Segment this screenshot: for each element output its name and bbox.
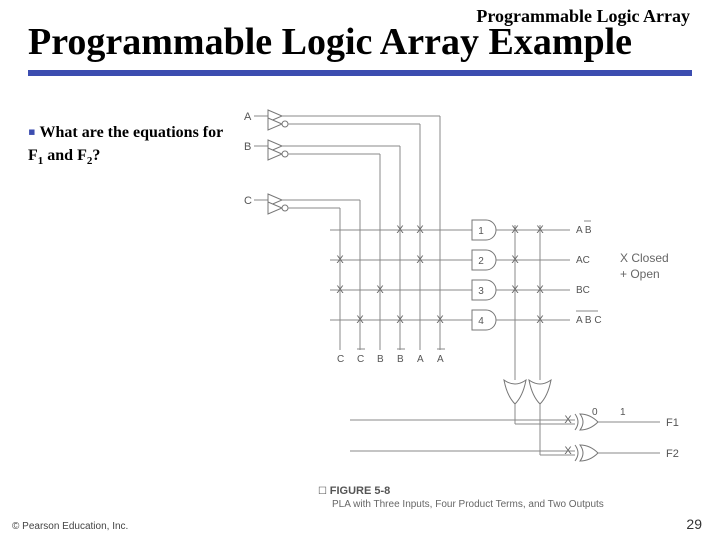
product-term-4: A B C xyxy=(576,315,602,326)
svg-text:X: X xyxy=(336,254,344,266)
legend-open: + Open xyxy=(620,267,660,281)
svg-text:X: X xyxy=(416,254,424,266)
vlabel-5: A xyxy=(437,354,444,365)
and-row-1: X X 1 A B xyxy=(330,220,592,240)
bullet-marker-icon: ▪ xyxy=(28,119,36,144)
and-row-2: X X 2 AC xyxy=(330,250,590,270)
svg-text:X: X xyxy=(336,284,344,296)
vlabel-4: A xyxy=(417,354,424,365)
and-label-3: 3 xyxy=(478,286,484,297)
and-row-4: X X X 4 A B C xyxy=(330,310,602,330)
svg-text:X: X xyxy=(356,314,364,326)
or-gate-1 xyxy=(504,380,526,424)
and-label-1: 1 xyxy=(478,226,484,237)
legend-closed: X Closed xyxy=(620,251,669,265)
and-label-4: 4 xyxy=(478,316,484,327)
page-title: Programmable Logic Array Example xyxy=(28,20,632,64)
input-label-c: C xyxy=(244,195,252,207)
svg-text:X: X xyxy=(436,314,444,326)
page-number: 29 xyxy=(686,516,702,532)
xor-output-2: X F2 xyxy=(350,445,679,461)
svg-text:X: X xyxy=(564,414,572,426)
input-label-a: A xyxy=(244,111,252,123)
product-term-2: AC xyxy=(576,255,590,266)
svg-text:X: X xyxy=(396,224,404,236)
product-term-3: BC xyxy=(576,285,590,296)
svg-text:X: X xyxy=(416,224,424,236)
output-f2: F2 xyxy=(666,448,679,460)
svg-text:X: X xyxy=(511,284,519,296)
input-buffer-b: B xyxy=(244,140,400,160)
fuse-label-1: 1 xyxy=(620,407,626,418)
figure-subcaption: PLA with Three Inputs, Four Product Term… xyxy=(332,499,604,510)
figure-caption: FIGURE 5-8 xyxy=(330,485,391,497)
or-gate-2 xyxy=(529,380,551,455)
pla-svg: A B C xyxy=(240,100,700,510)
fuse-label-0: 0 xyxy=(592,407,598,418)
input-buffer-a: A xyxy=(244,110,440,130)
output-f1: F1 xyxy=(666,417,679,429)
product-term-1: A B xyxy=(576,225,592,236)
svg-text:X: X xyxy=(396,314,404,326)
question-text-2: and F xyxy=(43,147,87,164)
pla-diagram: A B C xyxy=(240,100,700,510)
figure-caption-box: ☐ FIGURE 5-8 xyxy=(318,485,390,497)
svg-text:X: X xyxy=(536,314,544,326)
svg-text:X: X xyxy=(536,224,544,236)
xor-output-1: X 0 1 F1 xyxy=(350,407,679,430)
vlabel-3: B xyxy=(397,354,404,365)
vlabel-2: B xyxy=(377,354,384,365)
and-row-3: X X 3 BC xyxy=(330,280,590,300)
svg-text:X: X xyxy=(511,254,519,266)
svg-text:X: X xyxy=(564,445,572,457)
input-buffer-c: C xyxy=(244,194,360,214)
vlabel-0: C xyxy=(337,354,344,365)
vlabel-1: C xyxy=(357,354,364,365)
question-bullet: ▪ What are the equations for F1 and F2? xyxy=(28,118,228,168)
svg-text:X: X xyxy=(536,284,544,296)
svg-text:X: X xyxy=(376,284,384,296)
question-text-3: ? xyxy=(92,147,100,164)
title-underline xyxy=(28,70,692,76)
and-label-2: 2 xyxy=(478,256,484,267)
svg-text:X: X xyxy=(511,224,519,236)
input-label-b: B xyxy=(244,141,251,153)
copyright: © Pearson Education, Inc. xyxy=(12,521,128,532)
